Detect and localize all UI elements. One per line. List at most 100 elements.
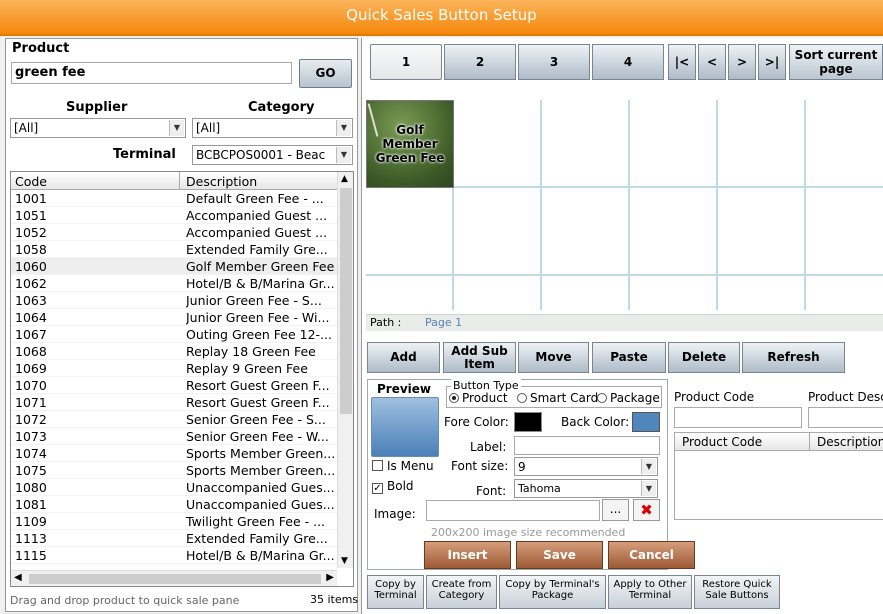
- table-row[interactable]: 1081 Unaccompanied Gues...: [11, 496, 353, 513]
- table-row[interactable]: 1052 Accompanied Guest ...: [11, 224, 353, 241]
- go-button[interactable]: GO: [299, 59, 352, 88]
- page-tab-4[interactable]: 4: [592, 44, 664, 80]
- grid-cell[interactable]: [630, 276, 718, 310]
- add-sub-item-button[interactable]: Add Sub Item: [443, 342, 516, 373]
- copy-by-terminal-button[interactable]: Copy by Terminal: [367, 575, 424, 609]
- page-tab-2[interactable]: 2: [444, 44, 516, 80]
- refresh-button[interactable]: Refresh: [742, 342, 845, 373]
- save-button[interactable]: Save: [516, 541, 603, 569]
- grid-cell[interactable]: [454, 188, 542, 276]
- product-code-input[interactable]: [674, 407, 802, 428]
- grid-cell[interactable]: [806, 188, 883, 276]
- grid-cell[interactable]: [366, 188, 454, 276]
- delete-button[interactable]: Delete: [668, 342, 740, 373]
- page-tab-1[interactable]: 1: [370, 44, 442, 80]
- chevron-down-icon[interactable]: ▼: [641, 459, 656, 474]
- quick-sale-button[interactable]: Golf Member Green Fee: [366, 100, 454, 188]
- grid-cell[interactable]: [542, 276, 630, 310]
- scroll-right-icon[interactable]: ▶: [326, 572, 334, 583]
- terminal-select[interactable]: BCBCPOS0001 - Beac ▼: [192, 145, 353, 165]
- table-row[interactable]: 1073 Senior Green Fee - W...: [11, 428, 353, 445]
- table-row[interactable]: 1109 Twilight Green Fee - ...: [11, 513, 353, 530]
- table-row[interactable]: 1074 Sports Member Green...: [11, 445, 353, 462]
- grid-cell[interactable]: [542, 188, 630, 276]
- product-search-input[interactable]: green fee: [11, 62, 292, 84]
- font-select[interactable]: Tahoma ▼: [514, 479, 658, 498]
- type-package-radio[interactable]: Package: [597, 391, 660, 405]
- copy-by-terminal-package-button[interactable]: Copy by Terminal's Package: [499, 575, 606, 609]
- supplier-select[interactable]: [All] ▼: [10, 118, 186, 138]
- image-path-input[interactable]: [426, 500, 600, 521]
- apply-to-other-terminal-button[interactable]: Apply to Other Terminal: [608, 575, 692, 609]
- category-select[interactable]: [All] ▼: [192, 118, 353, 138]
- scroll-left-icon[interactable]: ◀: [14, 572, 22, 583]
- paste-button[interactable]: Paste: [592, 342, 666, 373]
- table-row[interactable]: 1062 Hotel/B & B/Marina Gr...: [11, 275, 353, 292]
- first-page-button[interactable]: |<: [668, 44, 696, 80]
- lookup-header-description[interactable]: Description: [817, 435, 883, 449]
- grid-cell[interactable]: [454, 100, 542, 188]
- table-row[interactable]: 1080 Unaccompanied Gues...: [11, 479, 353, 496]
- grid-cell[interactable]: [718, 188, 806, 276]
- radio-icon[interactable]: [517, 393, 527, 403]
- table-row[interactable]: 1071 Resort Guest Green F...: [11, 394, 353, 411]
- back-color-swatch[interactable]: [632, 412, 660, 432]
- page-tab-3[interactable]: 3: [518, 44, 590, 80]
- chevron-down-icon[interactable]: ▼: [336, 147, 351, 163]
- grid-cell[interactable]: [454, 276, 542, 310]
- table-row[interactable]: 1063 Junior Green Fee - S...: [11, 292, 353, 309]
- radio-icon[interactable]: [597, 393, 607, 403]
- restore-quick-sale-buttons[interactable]: Restore Quick Sale Buttons: [694, 575, 780, 609]
- table-row[interactable]: 1067 Outing Green Fee 12-...: [11, 326, 353, 343]
- type-smartcard-radio[interactable]: Smart Card: [517, 391, 598, 405]
- scroll-down-icon[interactable]: ▼: [341, 556, 348, 566]
- grid-cell[interactable]: [542, 100, 630, 188]
- table-row[interactable]: 1069 Replay 9 Green Fee: [11, 360, 353, 377]
- grid-cell[interactable]: [806, 276, 883, 310]
- table-row[interactable]: 1058 Extended Family Gre...: [11, 241, 353, 258]
- font-size-select[interactable]: 9 ▼: [514, 457, 658, 476]
- checkbox-checked-icon[interactable]: ✓: [372, 483, 383, 494]
- table-row[interactable]: 1064 Junior Green Fee - Wi...: [11, 309, 353, 326]
- table-row[interactable]: 1072 Senior Green Fee - S...: [11, 411, 353, 428]
- table-row[interactable]: 1075 Sports Member Green...: [11, 462, 353, 479]
- grid-cell[interactable]: [366, 276, 454, 310]
- scroll-up-icon[interactable]: ▲: [341, 174, 348, 184]
- table-row[interactable]: 1070 Resort Guest Green F...: [11, 377, 353, 394]
- fore-color-swatch[interactable]: [514, 412, 542, 432]
- product-desc-input[interactable]: [808, 407, 883, 428]
- column-header-description[interactable]: Description: [186, 174, 257, 189]
- grid-cell[interactable]: [630, 188, 718, 276]
- grid-cell[interactable]: [718, 100, 806, 188]
- table-row[interactable]: 1060 Golf Member Green Fee: [11, 258, 353, 275]
- horizontal-scrollbar[interactable]: ◀ ▶: [11, 570, 337, 586]
- scroll-thumb[interactable]: [340, 188, 352, 414]
- insert-button[interactable]: Insert: [424, 541, 511, 569]
- move-button[interactable]: Move: [518, 342, 589, 373]
- last-page-button[interactable]: >|: [758, 44, 786, 80]
- is-menu-checkbox[interactable]: Is Menu: [372, 459, 434, 473]
- lookup-header-code[interactable]: Product Code: [682, 435, 762, 449]
- create-from-category-button[interactable]: Create from Category: [426, 575, 497, 609]
- next-page-button[interactable]: >: [728, 44, 756, 80]
- chevron-down-icon[interactable]: ▼: [336, 120, 351, 136]
- chevron-down-icon[interactable]: ▼: [169, 120, 184, 136]
- chevron-down-icon[interactable]: ▼: [641, 481, 656, 496]
- table-row[interactable]: 1113 Extended Family Gre...: [11, 530, 353, 547]
- label-input[interactable]: [514, 436, 660, 455]
- cancel-button[interactable]: Cancel: [608, 541, 695, 569]
- bold-checkbox[interactable]: ✓ Bold: [372, 479, 414, 494]
- grid-cell[interactable]: [806, 100, 883, 188]
- table-row[interactable]: 1115 Hotel/B & B/Marina Gr...: [11, 547, 353, 564]
- prev-page-button[interactable]: <: [698, 44, 726, 80]
- grid-cell[interactable]: [718, 276, 806, 310]
- clear-image-icon[interactable]: ✖: [633, 499, 660, 521]
- column-header-code[interactable]: Code: [15, 174, 47, 189]
- radio-icon[interactable]: [449, 393, 459, 403]
- add-button[interactable]: Add: [367, 342, 440, 373]
- h-scroll-thumb[interactable]: [29, 574, 321, 584]
- table-row[interactable]: 1051 Accompanied Guest ...: [11, 207, 353, 224]
- browse-button[interactable]: ...: [602, 499, 629, 521]
- checkbox-icon[interactable]: [372, 460, 383, 471]
- grid-cell[interactable]: [630, 100, 718, 188]
